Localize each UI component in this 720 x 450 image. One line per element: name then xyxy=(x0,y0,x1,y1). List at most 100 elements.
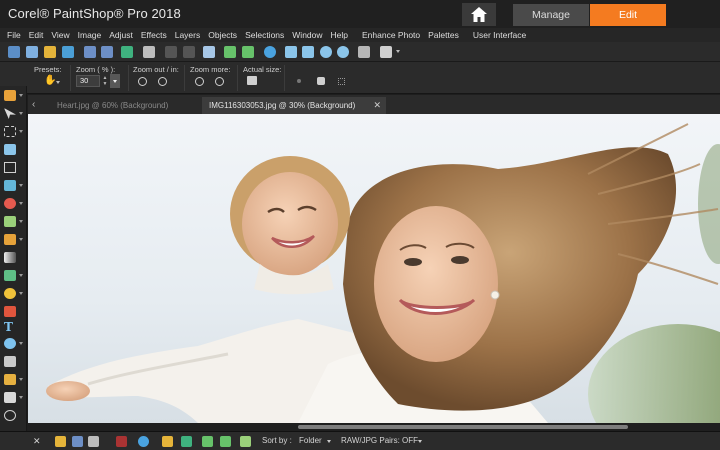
scan-icon[interactable] xyxy=(62,46,74,58)
dodge-tool-icon[interactable] xyxy=(4,270,16,281)
print-layout-icon[interactable] xyxy=(162,436,173,447)
print-icon[interactable] xyxy=(143,46,155,58)
tab-img116303053-jpg[interactable]: IMG116303053.jpg @ 30% (Background) ✕ xyxy=(202,97,386,114)
clone-tool-flyout-icon[interactable] xyxy=(19,220,23,223)
info-icon[interactable] xyxy=(264,46,276,58)
zoom-in-step-icon[interactable] xyxy=(158,77,167,86)
eraser-tool-icon[interactable] xyxy=(4,306,16,317)
open-folder-icon[interactable] xyxy=(44,46,56,58)
resize-icon[interactable] xyxy=(203,46,215,58)
new-raster-icon[interactable] xyxy=(26,46,38,58)
edit-photo-icon[interactable] xyxy=(240,436,251,447)
tag-icon[interactable] xyxy=(116,436,127,447)
shape-tool-icon[interactable] xyxy=(4,338,16,349)
gradient-tool-icon[interactable] xyxy=(4,252,16,263)
menu-enhance-photo[interactable]: Enhance Photo xyxy=(362,30,420,40)
grid-view-icon[interactable] xyxy=(88,436,99,447)
tab-scroll-left-icon[interactable]: ‹ xyxy=(32,99,35,110)
pan-tool-flyout-icon[interactable] xyxy=(19,94,23,97)
horizontal-scrollbar[interactable] xyxy=(28,423,720,431)
clone-tool-icon[interactable] xyxy=(4,216,16,227)
mesh-warp-icon[interactable] xyxy=(4,392,16,403)
close-icon[interactable]: ✕ xyxy=(373,100,381,111)
zoom-in-icon[interactable] xyxy=(320,46,332,58)
paint-brush-icon[interactable] xyxy=(4,234,16,245)
scrollbar-thumb[interactable] xyxy=(298,425,628,429)
paint-brush-flyout-icon[interactable] xyxy=(19,238,23,241)
workspace-icon[interactable] xyxy=(380,46,392,58)
raw-jpg-pairs-toggle[interactable]: RAW/JPG Pairs: OFF xyxy=(341,436,418,445)
chevron-down-icon[interactable] xyxy=(327,440,331,443)
list-view-icon[interactable] xyxy=(72,436,83,447)
thumbnails-view-icon[interactable] xyxy=(55,436,66,447)
options-icon[interactable] xyxy=(317,77,325,85)
mesh-warp-flyout-icon[interactable] xyxy=(19,396,23,399)
rotate-left-icon[interactable] xyxy=(202,436,213,447)
menu-palettes[interactable]: Palettes xyxy=(428,30,459,40)
menu-window[interactable]: Window xyxy=(292,30,322,40)
hand-preset-icon[interactable]: ✋ xyxy=(44,75,56,86)
shape-tool-flyout-icon[interactable] xyxy=(19,342,23,345)
redo-icon[interactable] xyxy=(242,46,254,58)
reset-icon[interactable] xyxy=(338,78,345,85)
menu-edit[interactable]: Edit xyxy=(29,30,44,40)
dodge-tool-flyout-icon[interactable] xyxy=(19,274,23,277)
menu-adjust[interactable]: Adjust xyxy=(109,30,133,40)
share-icon[interactable] xyxy=(121,46,133,58)
zoom-out-icon[interactable] xyxy=(337,46,349,58)
screenshot-icon[interactable] xyxy=(358,46,370,58)
redo-disabled-icon[interactable] xyxy=(183,46,195,58)
rotate-right-icon[interactable] xyxy=(220,436,231,447)
warp-brush-flyout-icon[interactable] xyxy=(19,378,23,381)
new-file-icon[interactable] xyxy=(8,46,20,58)
apply-icon[interactable] xyxy=(297,79,301,83)
text-tool-icon[interactable]: T xyxy=(4,320,13,334)
actual-size-icon[interactable] xyxy=(247,76,257,85)
dropper-tool-icon[interactable] xyxy=(4,144,16,155)
menu-file[interactable]: File xyxy=(7,30,21,40)
menu-help[interactable]: Help xyxy=(331,30,348,40)
menu-view[interactable]: View xyxy=(51,30,69,40)
zoom-more-out-icon[interactable] xyxy=(195,77,204,86)
zoom-out-step-icon[interactable] xyxy=(138,77,147,86)
menu-image[interactable]: Image xyxy=(78,30,102,40)
menu-user-interface[interactable]: User Interface xyxy=(473,30,526,40)
save-icon[interactable] xyxy=(84,46,96,58)
workspace-dropdown-icon[interactable] xyxy=(396,50,400,53)
selection-tool-flyout-icon[interactable] xyxy=(19,130,23,133)
fill-tool-icon[interactable] xyxy=(4,288,16,299)
undo-icon[interactable] xyxy=(224,46,236,58)
sort-by-dropdown[interactable]: Folder xyxy=(299,436,322,445)
pick-tool-icon[interactable] xyxy=(4,108,16,119)
selection-tool-icon[interactable] xyxy=(4,126,16,137)
manage-tab[interactable]: Manage xyxy=(513,4,589,26)
fit-image-icon[interactable] xyxy=(302,46,314,58)
straighten-tool-icon[interactable] xyxy=(4,180,16,191)
zoom-more-in-icon[interactable] xyxy=(215,77,224,86)
menu-selections[interactable]: Selections xyxy=(245,30,284,40)
image-canvas[interactable] xyxy=(28,114,720,423)
crop-tool-icon[interactable] xyxy=(4,162,16,173)
chevron-down-icon[interactable] xyxy=(418,440,422,443)
zoom-spinner[interactable]: ▲ ▼ xyxy=(101,75,109,87)
fit-window-icon[interactable] xyxy=(285,46,297,58)
pick-tool-flyout-icon[interactable] xyxy=(19,112,23,115)
fill-tool-flyout-icon[interactable] xyxy=(19,292,23,295)
save-as-icon[interactable] xyxy=(101,46,113,58)
zoom-dropdown-button[interactable] xyxy=(110,74,120,88)
menu-effects[interactable]: Effects xyxy=(141,30,167,40)
menu-layers[interactable]: Layers xyxy=(175,30,201,40)
pen-tool-icon[interactable] xyxy=(4,356,16,367)
warp-brush-icon[interactable] xyxy=(4,374,16,385)
tab-heart-jpg[interactable]: Heart.jpg @ 60% (Background) xyxy=(50,97,200,114)
straighten-tool-flyout-icon[interactable] xyxy=(19,184,23,187)
close-organizer-icon[interactable]: ✕ xyxy=(33,436,41,447)
red-eye-tool-icon[interactable] xyxy=(4,198,16,209)
add-tool-icon[interactable] xyxy=(4,410,16,421)
people-icon[interactable] xyxy=(138,436,149,447)
menu-objects[interactable]: Objects xyxy=(208,30,237,40)
undo-disabled-icon[interactable] xyxy=(165,46,177,58)
edit-tab[interactable]: Edit xyxy=(590,4,666,26)
presets-dropdown-icon[interactable] xyxy=(56,81,60,84)
home-button[interactable] xyxy=(462,3,496,26)
